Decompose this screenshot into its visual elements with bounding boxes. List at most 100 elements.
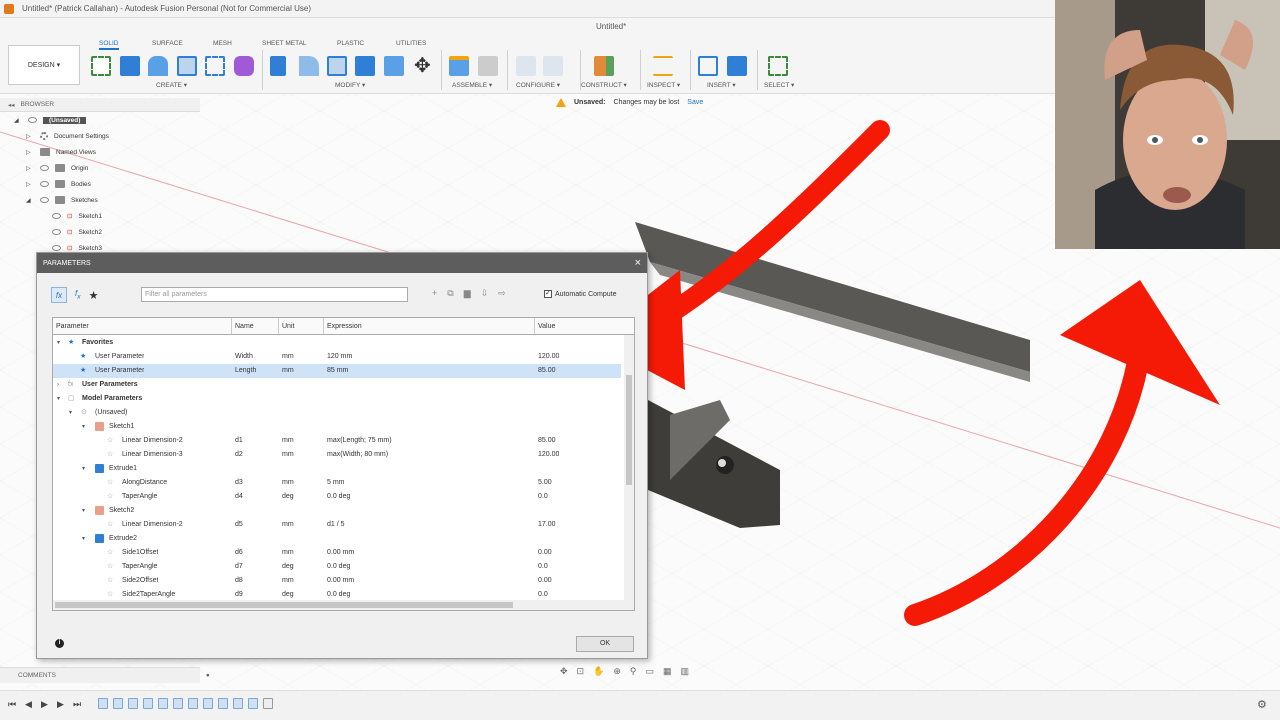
add-icon[interactable]: + [432,288,437,299]
parameter-expression[interactable]: 120 mm [327,350,352,364]
parameter-expression[interactable]: 85 mm [327,364,348,378]
fillet-icon[interactable] [299,56,319,76]
expand-toggle-icon[interactable]: ▾ [57,336,60,350]
fx-icon[interactable]: fx [51,287,67,303]
measure-icon[interactable] [653,56,673,76]
expand-toggle-icon[interactable]: ▾ [69,406,72,420]
filter-input[interactable]: Filter all parameters [141,287,408,302]
favorite-star-icon[interactable]: ★ [80,364,86,378]
favorite-star-icon[interactable]: ☆ [107,560,113,574]
orbit-icon[interactable]: ✥ [560,666,568,677]
zoom-icon[interactable]: ⊕ [613,666,621,677]
timeline-feature[interactable] [113,698,123,709]
browser-item-sketch1[interactable]: ⊡ Sketch1 [0,208,200,224]
revolve-icon[interactable] [148,56,168,76]
parameter-expression[interactable]: 0.0 deg [327,490,350,504]
expand-toggle-icon[interactable]: ▾ [82,532,85,546]
table-row[interactable]: ▾ ▢ Model Parameters [53,392,621,406]
browser-header[interactable]: ◂◂ BROWSER [0,98,200,112]
go-to-end-icon[interactable]: ⏭ [73,699,81,710]
favorite-star-icon[interactable]: ☆ [107,448,113,462]
comments-panel[interactable]: COMMENTS ● [0,667,210,683]
timeline-feature[interactable] [218,698,228,709]
browser-item-origin[interactable]: ▷ Origin [0,160,200,176]
export-icon[interactable]: ⇨ [498,288,506,299]
table-row[interactable]: ☆ Side1Offset d6 mm 0.00 mm 0.00 [53,546,621,560]
tab-sheet-metal[interactable]: SHEET METAL [262,40,307,47]
combine-icon[interactable] [355,56,375,76]
checkbox-checked-icon[interactable]: ✓ [544,290,552,298]
expand-toggle-icon[interactable]: ▾ [82,420,85,434]
timeline-feature[interactable] [143,698,153,709]
timeline-feature[interactable] [173,698,183,709]
select-menu[interactable]: SELECT ▾ [764,81,794,89]
vertical-scrollbar[interactable] [624,335,634,610]
col-unit[interactable]: Unit [279,318,324,335]
parameter-expression[interactable]: 0.00 mm [327,574,354,588]
table-row[interactable]: ★ User Parameter Length mm 85 mm 85.00 [53,364,621,378]
favorite-star-icon[interactable]: ☆ [107,574,113,588]
joint-icon[interactable] [478,56,498,76]
col-parameter[interactable]: Parameter [53,318,232,335]
form-icon[interactable] [234,56,254,76]
browser-item-sketches[interactable]: ◢ Sketches [0,192,200,208]
insert-menu[interactable]: INSERT ▾ [707,81,736,89]
browser-item-document-settings[interactable]: ▷ Document Settings [0,128,200,144]
tab-solid[interactable]: SOLID [99,40,119,50]
scroll-thumb[interactable] [55,602,513,608]
zoom-window-icon[interactable]: ⚲ [630,666,637,677]
expand-toggle-icon[interactable]: ▾ [82,504,85,518]
import-icon[interactable]: ⇩ [481,288,489,299]
timeline-feature[interactable] [158,698,168,709]
col-name[interactable]: Name [232,318,279,335]
timeline-feature[interactable] [233,698,243,709]
construct-menu[interactable]: CONSTRUCT ▾ [581,81,627,89]
table-row[interactable]: ☆ TaperAngle d7 deg 0.0 deg 0.0 [53,560,621,574]
split-body-icon[interactable] [384,56,404,76]
ok-button[interactable]: OK [576,636,634,652]
grid-settings-icon[interactable]: ▦ [663,666,672,677]
auto-compute-checkbox[interactable]: ✓ Automatic Compute [544,290,616,298]
parameter-expression[interactable]: 0.0 deg [327,560,350,574]
shell-icon[interactable] [327,56,347,76]
browser-item-bodies[interactable]: ▷ Bodies [0,176,200,192]
timeline-feature[interactable] [203,698,213,709]
timeline-feature[interactable] [248,698,258,709]
table-row[interactable]: ★ User Parameter Width mm 120 mm 120.00 [53,350,621,364]
favorite-star-icon[interactable]: ☆ [107,434,113,448]
dialog-header[interactable]: PARAMETERS × [37,253,647,273]
visibility-eye-icon[interactable] [52,229,61,235]
visibility-eye-icon[interactable] [40,197,49,203]
table-row[interactable]: ☆ Linear Dimension-2 d1 mm max(Length; 75 mm… [53,434,621,448]
timeline-feature[interactable] [128,698,138,709]
visibility-eye-icon[interactable] [40,181,49,187]
favorites-star-icon[interactable]: ★ [89,289,99,302]
play-icon[interactable]: ▶ [41,699,48,710]
visibility-eye-icon[interactable] [40,165,49,171]
step-back-icon[interactable]: ◀ [25,699,32,710]
go-to-start-icon[interactable]: ⏮ [8,699,16,710]
scroll-thumb[interactable] [626,375,632,485]
configure-icon[interactable] [516,56,536,76]
favorite-star-icon[interactable]: ☆ [107,490,113,504]
col-expression[interactable]: Expression [324,318,535,335]
select-icon[interactable] [768,56,788,76]
look-at-icon[interactable]: ⊡ [577,666,585,677]
assemble-menu[interactable]: ASSEMBLE ▾ [452,81,492,89]
collapse-icon[interactable]: ◂◂ [8,101,15,109]
insert-canvas-icon[interactable] [727,56,747,76]
save-link[interactable]: Save [687,99,703,106]
visibility-eye-icon[interactable] [52,245,61,251]
expand-toggle-icon[interactable]: ▾ [82,462,85,476]
press-pull-icon[interactable] [270,56,286,76]
parameter-expression[interactable]: 5 mm [327,476,345,490]
configure-table-icon[interactable] [543,56,563,76]
table-row[interactable]: ☆ Linear Dimension-2 d5 mm d1 / 5 17.00 [53,518,621,532]
viewports-icon[interactable]: ▥ [680,666,689,677]
configure-menu[interactable]: CONFIGURE ▾ [516,81,560,89]
timeline-feature[interactable] [188,698,198,709]
table-row[interactable]: ▾ Sketch2 [53,504,621,518]
favorite-star-icon[interactable]: ☆ [107,476,113,490]
comments-toggle-icon[interactable]: ● [206,672,210,679]
pattern-icon[interactable] [205,56,225,76]
